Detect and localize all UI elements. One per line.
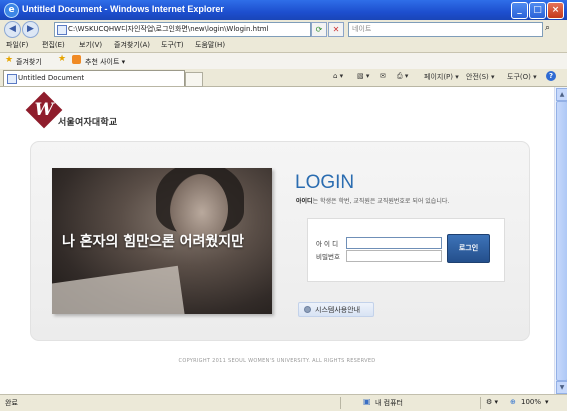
minimize-button[interactable]: _ (511, 2, 528, 19)
system-guide-label: 시스템사용안내 (315, 306, 361, 314)
photo-book (52, 265, 185, 314)
favorites-button[interactable]: 즐겨찾기 (16, 57, 42, 67)
status-bar: 완료 ▣ 내 컴퓨터 ⚙ ▾ ⊕ 100% ▾ (0, 394, 567, 411)
scroll-thumb[interactable] (556, 101, 567, 381)
scroll-down-icon[interactable]: ▼ (556, 381, 567, 394)
id-input[interactable] (346, 237, 442, 249)
login-button[interactable]: 로그인 (447, 234, 490, 263)
status-separator (480, 397, 481, 409)
refresh-icon[interactable]: ⟳ (311, 22, 327, 37)
copyright-text: COPYRIGHT 2011 SEOUL WOMEN'S UNIVERSITY.… (178, 358, 376, 364)
tab-row: Untitled Document ⌂ ▾ ▧ ▾ ✉ ⎙ ▾ 페이지(P) ▾… (0, 69, 567, 87)
password-label: 비밀번호 (316, 253, 340, 261)
system-guide-button[interactable]: 시스템사용안내 (298, 302, 374, 317)
print-icon[interactable]: ⎙ ▾ (397, 72, 408, 81)
help-icon[interactable]: ? (546, 71, 556, 81)
mail-icon[interactable]: ✉ (380, 72, 386, 80)
bullet-icon (304, 306, 311, 313)
id-label: 아 이 디 (316, 240, 339, 248)
logo-letter: W (34, 100, 54, 120)
status-separator (340, 397, 341, 409)
page-icon (7, 74, 17, 84)
menu-favorites[interactable]: 즐겨찾기(A) (114, 40, 150, 50)
window-title: Untitled Document - Windows Internet Exp… (22, 4, 224, 14)
menu-file[interactable]: 파일(F) (6, 40, 28, 50)
search-input[interactable]: 네이트 (348, 22, 543, 37)
star-icon: ★ (5, 55, 14, 65)
menu-bar: 파일(F) 편집(E) 보기(V) 즐겨찾기(A) 도구(T) 도움말(H) (0, 38, 567, 53)
address-url: C:\WSKUCQHW디자인작업\로그인화면\new\login\Wlogin.… (68, 25, 269, 33)
suggested-sites-button[interactable]: 추천 사이트 ▾ (85, 57, 125, 67)
safety-menu[interactable]: 안전(S) ▾ (466, 72, 495, 82)
search-icon[interactable]: ⌕ (545, 23, 550, 33)
zoom-icon: ⊕ (510, 398, 516, 406)
add-favorite-icon[interactable]: ★ (58, 54, 66, 64)
menu-edit[interactable]: 편집(E) (42, 40, 65, 50)
zoom-dropdown-icon[interactable]: ▾ (545, 398, 549, 406)
home-icon[interactable]: ⌂ ▾ (333, 72, 343, 80)
zoom-level[interactable]: 100% (521, 398, 541, 406)
ie-logo-icon: e (4, 3, 19, 18)
security-zone: 내 컴퓨터 (375, 399, 403, 407)
suggested-sites-icon (72, 55, 81, 64)
vertical-scrollbar[interactable]: ▲ ▼ (554, 87, 567, 394)
menu-tools[interactable]: 도구(T) (161, 40, 184, 50)
search-placeholder: 네이트 (352, 25, 372, 33)
tab-title: Untitled Document (18, 74, 85, 82)
university-name: 서울여자대학교 (58, 118, 118, 128)
password-input[interactable] (346, 250, 442, 262)
computer-icon: ▣ (363, 397, 371, 406)
hero-slogan: 나 혼자의 힘만으론 어려웠지만 (62, 234, 245, 250)
title-bar: e Untitled Document - Windows Internet E… (0, 0, 567, 20)
login-subtitle-rest: 는 학생은 학번, 교직원은 교직원번호로 되어 있습니다. (312, 198, 450, 205)
stop-icon[interactable]: ✕ (328, 22, 344, 37)
page-icon (57, 25, 67, 35)
new-tab-button[interactable] (185, 72, 203, 87)
tab-untitled-document[interactable]: Untitled Document (3, 70, 185, 86)
protected-mode-icon[interactable]: ⚙ ▾ (486, 398, 498, 406)
login-subtitle: 아이디는 학생은 학번, 교직원은 교직원번호로 되어 있습니다. (296, 196, 449, 205)
page-menu[interactable]: 페이지(P) ▾ (424, 72, 459, 82)
login-subtitle-bold: 아이디 (296, 198, 313, 205)
forward-button[interactable]: ▶ (22, 21, 39, 38)
scroll-up-icon[interactable]: ▲ (556, 88, 567, 101)
status-text: 완료 (5, 399, 18, 407)
login-title: LOGIN (295, 172, 355, 193)
tools-menu[interactable]: 도구(O) ▾ (507, 72, 537, 82)
menu-view[interactable]: 보기(V) (79, 40, 102, 50)
address-bar[interactable]: C:\WSKUCQHW디자인작업\로그인화면\new\login\Wlogin.… (54, 22, 311, 37)
close-button[interactable]: × (547, 2, 564, 19)
back-button[interactable]: ◀ (4, 21, 21, 38)
menu-help[interactable]: 도움말(H) (195, 40, 225, 50)
feeds-icon[interactable]: ▧ ▾ (357, 72, 369, 80)
address-row: ◀ ▶ C:\WSKUCQHW디자인작업\로그인화면\new\login\Wlo… (0, 20, 567, 38)
favorites-bar: ★ 즐겨찾기 ★ 추천 사이트 ▾ (0, 53, 567, 69)
maximize-button[interactable]: □ (529, 2, 546, 19)
